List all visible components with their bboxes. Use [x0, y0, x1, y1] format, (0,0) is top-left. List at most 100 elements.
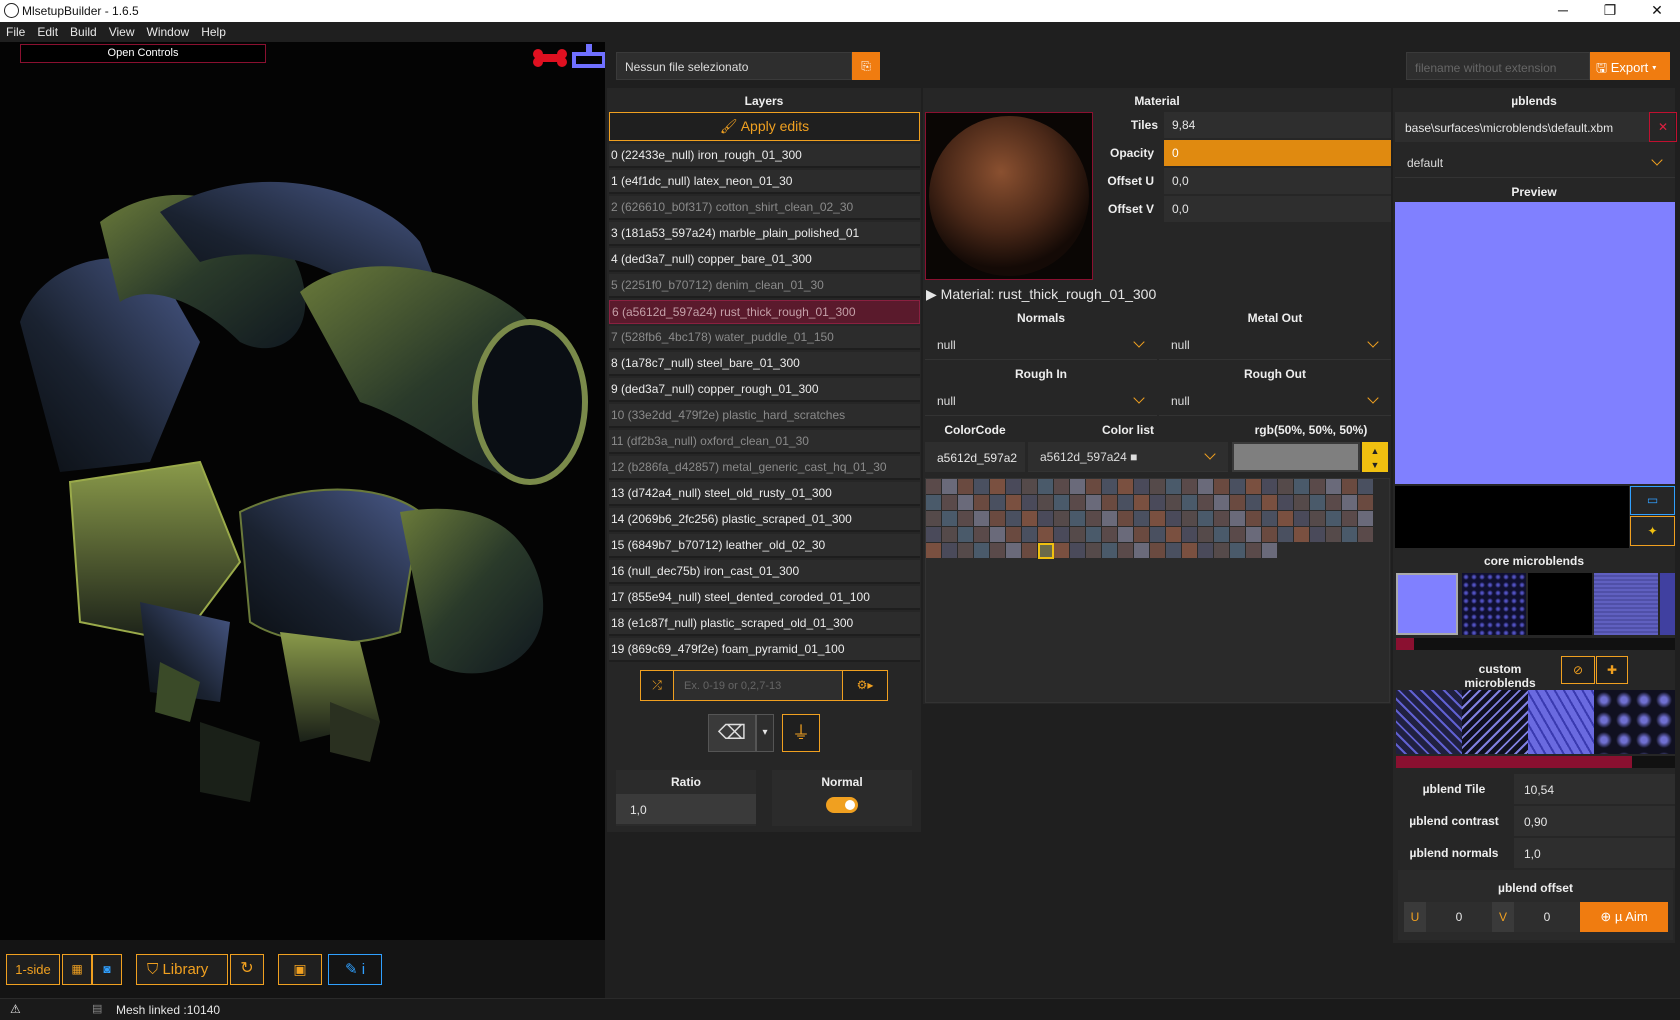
library-button[interactable]: ⛉ Library: [136, 954, 228, 985]
core-microblend-thumb[interactable]: [1594, 573, 1658, 635]
build-info-button[interactable]: ✎ i: [328, 954, 382, 985]
menu-help[interactable]: Help: [195, 22, 232, 39]
clear-path-icon[interactable]: ✕: [1649, 112, 1677, 142]
core-microblend-thumb[interactable]: [1528, 573, 1592, 635]
layer-item[interactable]: 8 (1a78c7_null) steel_bare_01_300: [609, 352, 920, 376]
bone-icon[interactable]: [532, 48, 568, 68]
offset-u-input[interactable]: 0,0: [1164, 168, 1391, 194]
cogs-icon[interactable]: ⚙▸: [842, 670, 888, 701]
ublend-normals-input[interactable]: 1,0: [1514, 838, 1675, 868]
core-microblend-thumb[interactable]: [1660, 573, 1675, 635]
file-label[interactable]: Nessun file selezionato: [616, 52, 852, 80]
layer-item[interactable]: 7 (528fb6_4bc178) water_puddle_01_150: [609, 326, 920, 350]
color-stepper-icon[interactable]: ▲ ▼: [1362, 442, 1388, 472]
layer-range-input[interactable]: Ex. 0-19 or 0,2,7-13: [674, 670, 842, 701]
layer-item[interactable]: 16 (null_dec75b) iron_cast_01_300: [609, 560, 920, 584]
tiles-input[interactable]: 9,84: [1164, 112, 1391, 138]
colorlist-select[interactable]: a5612d_597a24 ■: [1028, 442, 1228, 472]
ublend-tile-input[interactable]: 10,54: [1514, 774, 1675, 804]
u-input[interactable]: 0: [1426, 902, 1492, 932]
opacity-input[interactable]: 0: [1164, 140, 1391, 166]
eye-slash-icon[interactable]: ⊘: [1561, 656, 1595, 684]
rgb-swatch[interactable]: [1232, 442, 1360, 472]
custom-microblend-thumb[interactable]: [1396, 690, 1462, 754]
menu-window[interactable]: Window: [141, 22, 196, 39]
palette-swatch: [1166, 527, 1181, 542]
normal-toggle[interactable]: [826, 797, 858, 813]
core-microblend-thumb[interactable]: [1396, 573, 1458, 635]
rough-out-select[interactable]: null: [1159, 386, 1391, 416]
material-name-row[interactable]: ▶ Material: rust_thick_rough_01_300: [926, 286, 1156, 303]
layer-item[interactable]: 0 (22433e_null) iron_rough_01_300: [609, 144, 920, 168]
normals-select[interactable]: null: [925, 330, 1157, 360]
filename-input[interactable]: filename without extension: [1406, 52, 1590, 80]
layer-item[interactable]: 3 (181a53_597a24) marble_plain_polished_…: [609, 222, 920, 246]
custom-microblend-thumb[interactable]: [1528, 690, 1594, 754]
u-label: U: [1404, 902, 1426, 932]
aim-button[interactable]: ⊕ µ Aim: [1580, 902, 1668, 932]
ratio-input[interactable]: 1,0: [616, 794, 756, 824]
palette-swatch: [974, 511, 989, 526]
rough-in-select[interactable]: null: [925, 386, 1157, 416]
core-microblend-thumb[interactable]: [1462, 573, 1526, 635]
layer-item[interactable]: 14 (2069b6_2fc256) plastic_scraped_01_30…: [609, 508, 920, 532]
layer-item[interactable]: 4 (ded3a7_null) copper_bare_01_300: [609, 248, 920, 272]
layer-item[interactable]: 11 (df2b3a_null) oxford_clean_01_30: [609, 430, 920, 454]
ublend-contrast-input[interactable]: 0,90: [1514, 806, 1675, 836]
metal-out-select[interactable]: null: [1159, 330, 1391, 360]
palette-swatch: [1166, 543, 1181, 558]
color-palette[interactable]: [925, 478, 1390, 703]
core-scrollbar[interactable]: [1396, 638, 1675, 650]
open-controls-button[interactable]: Open Controls: [20, 44, 266, 63]
layer-item[interactable]: 18 (e1c87f_null) plastic_scraped_old_01_…: [609, 612, 920, 636]
menu-edit[interactable]: Edit: [31, 22, 64, 39]
puzzle-icon[interactable]: ✚: [1596, 656, 1628, 684]
layer-item[interactable]: 1 (e4f1dc_null) latex_neon_01_30: [609, 170, 920, 194]
layer-item[interactable]: 12 (b286fa_d42857) metal_generic_cast_hq…: [609, 456, 920, 480]
3d-viewport[interactable]: [0, 42, 605, 940]
minimize-button[interactable]: ─: [1540, 0, 1586, 22]
layer-item[interactable]: 15 (6849b7_b70712) leather_old_02_30: [609, 534, 920, 558]
layer-item[interactable]: 13 (d742a4_null) steel_old_rusty_01_300: [609, 482, 920, 506]
close-button[interactable]: ✕: [1634, 0, 1680, 22]
custom-scrollbar[interactable]: [1396, 756, 1675, 768]
screenshot-icon[interactable]: ◙: [92, 954, 122, 985]
monitor-icon[interactable]: ▭: [1630, 486, 1675, 515]
file-open-icon[interactable]: ⎘: [852, 52, 880, 80]
menu-view[interactable]: View: [103, 22, 141, 39]
layer-item[interactable]: 6 (a5612d_597a24) rust_thick_rough_01_30…: [609, 300, 920, 324]
eraser-icon[interactable]: ⌫: [708, 714, 756, 752]
palette-swatch: [1102, 511, 1117, 526]
box-icon[interactable]: ▣: [278, 954, 322, 985]
plug-icon[interactable]: ⏚: [782, 714, 820, 752]
export-button[interactable]: 🖫 Export ▾: [1590, 52, 1670, 80]
layer-item[interactable]: 9 (ded3a7_null) copper_rough_01_300: [609, 378, 920, 402]
shuffle-icon[interactable]: ⤮: [640, 670, 674, 701]
layer-item[interactable]: 19 (869c69_479f2e) foam_pyramid_01_100: [609, 638, 920, 662]
palette-swatch: [1038, 479, 1053, 494]
custom-microblend-thumb[interactable]: [1594, 690, 1675, 754]
maximize-button[interactable]: ❐: [1587, 0, 1633, 22]
offset-v-input[interactable]: 0,0: [1164, 196, 1391, 222]
custom-microblend-thumb[interactable]: [1462, 690, 1528, 754]
bulb-icon[interactable]: ✦: [1630, 516, 1675, 546]
layer-item[interactable]: 2 (626610_b0f317) cotton_shirt_clean_02_…: [609, 196, 920, 220]
eraser-dropdown-icon[interactable]: ▾: [756, 714, 774, 752]
microblend-preset-select[interactable]: default: [1395, 148, 1675, 178]
warning-icon[interactable]: ⚠: [10, 1002, 21, 1016]
palette-swatch: [1054, 495, 1069, 510]
palette-swatch: [1166, 495, 1181, 510]
refresh-icon[interactable]: ↻: [230, 954, 264, 985]
layer-item[interactable]: 5 (2251f0_b70712) denim_clean_01_30: [609, 274, 920, 298]
menu-file[interactable]: File: [0, 22, 31, 39]
layer-item[interactable]: 17 (855e94_null) steel_dented_coroded_01…: [609, 586, 920, 610]
grid-icon[interactable]: ▦: [62, 954, 92, 985]
one-side-button[interactable]: 1-side: [6, 954, 60, 985]
colorcode-input[interactable]: a5612d_597a2: [925, 442, 1025, 472]
axis-gizmo-icon[interactable]: [572, 42, 605, 74]
microblend-path-input[interactable]: base\surfaces\microblends\default.xbm: [1395, 112, 1649, 142]
layer-item[interactable]: 10 (33e2dd_479f2e) plastic_hard_scratche…: [609, 404, 920, 428]
v-input[interactable]: 0: [1514, 902, 1580, 932]
apply-edits-button[interactable]: 🖌 Apply edits: [609, 112, 920, 141]
menu-build[interactable]: Build: [64, 22, 103, 39]
